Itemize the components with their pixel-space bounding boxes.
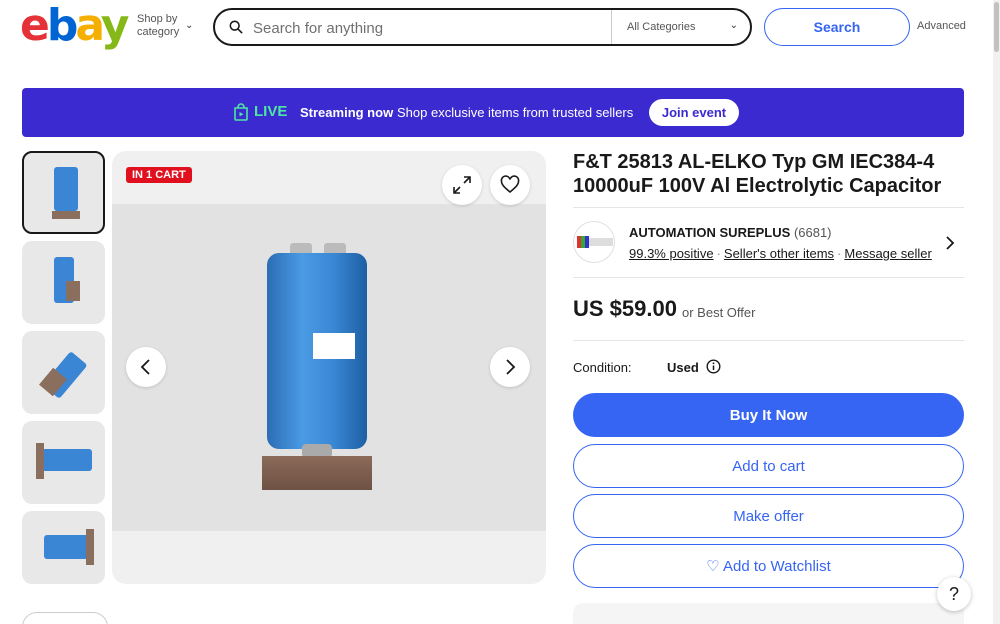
seller-logo-icon (577, 236, 613, 248)
add-to-cart-button[interactable]: Add to cart (573, 444, 964, 488)
add-to-watchlist-button[interactable]: ♡ Add to Watchlist (573, 544, 964, 588)
capacitor-body (267, 253, 367, 449)
thumbnail-3[interactable] (22, 331, 105, 414)
join-event-button[interactable]: Join event (649, 99, 739, 126)
expand-image-button[interactable] (442, 165, 482, 205)
separator-dot: · (837, 246, 842, 261)
shop-by-category-button[interactable]: Shop by category ⌄ (137, 13, 197, 39)
heart-icon (500, 175, 520, 194)
logo-letter-y: y (100, 0, 130, 51)
make-offer-button[interactable]: Make offer (573, 494, 964, 538)
next-image-button[interactable] (490, 347, 530, 387)
seller-name[interactable]: AUTOMATION SUREPLUS (6681) (629, 225, 832, 240)
search-button[interactable]: Search (764, 8, 910, 46)
seller-avatar[interactable] (573, 221, 615, 263)
thumbnail-base-image (36, 443, 44, 479)
banner-message: Shop exclusive items from trusted seller… (397, 105, 634, 120)
separator-dot: · (716, 246, 721, 261)
logo-letter-e: e (20, 0, 50, 51)
info-icon[interactable] (706, 359, 721, 374)
previous-image-button[interactable] (126, 347, 166, 387)
thumbnails-scroll-button[interactable] (22, 612, 108, 624)
search-input[interactable] (253, 17, 603, 39)
price: US $59.00 (573, 296, 677, 321)
streaming-label: Streaming now (300, 105, 394, 120)
scrollbar-thumb[interactable] (994, 2, 999, 52)
expand-icon (453, 176, 471, 194)
buy-it-now-button[interactable]: Buy It Now (573, 393, 964, 437)
best-offer-label: or Best Offer (682, 305, 756, 320)
ebay-logo[interactable]: ebay (20, 4, 129, 48)
search-icon (229, 20, 243, 34)
scrollbar-track[interactable] (993, 0, 1000, 624)
thumbnail-2[interactable] (22, 241, 105, 324)
thumbnail-1[interactable] (22, 151, 105, 234)
live-label: LIVE (254, 103, 288, 120)
thumbnail-base-image (86, 529, 94, 565)
shopping-bag-icon (234, 103, 248, 121)
thumbnail-base-image (66, 281, 80, 301)
category-select[interactable]: All Categories ⌄ (611, 10, 750, 44)
product-title: F&T 25813 AL-ELKO Typ GM IEC384-4 10000u… (573, 151, 942, 197)
shipping-info-card (573, 603, 964, 624)
divider (573, 340, 964, 341)
seller-positive-link[interactable]: 99.3% positive (629, 246, 714, 261)
live-event-banner: LIVE Streaming now Shop exclusive items … (22, 88, 964, 137)
divider (573, 277, 964, 278)
capacitor-base-plate (262, 456, 372, 490)
chevron-left-icon (140, 359, 150, 375)
category-select-value: All Categories (627, 21, 696, 33)
help-button[interactable]: ? (937, 577, 971, 611)
thumbnail-capacitor-image (54, 167, 78, 211)
seller-name-text: AUTOMATION SUREPLUS (629, 225, 791, 240)
logo-letter-a: a (75, 0, 103, 51)
seller-other-items-link[interactable]: Seller's other items (724, 246, 834, 261)
thumbnail-capacitor-image (42, 449, 92, 471)
search-bar: All Categories ⌄ (213, 8, 752, 46)
product-photo (112, 204, 546, 531)
main-product-image[interactable]: IN 1 CART (112, 151, 546, 584)
chevron-right-icon (506, 359, 516, 375)
seller-feedback-count: (6681) (793, 225, 832, 240)
message-seller-link[interactable]: Message seller (844, 246, 931, 261)
watch-heart-button[interactable] (490, 165, 530, 205)
thumbnail-base-image (52, 211, 80, 219)
condition-value: Used (667, 360, 699, 375)
thumbnail-4[interactable] (22, 421, 105, 504)
divider (573, 207, 964, 208)
logo-letter-b: b (46, 0, 78, 51)
chevron-down-icon: ⌄ (185, 20, 194, 31)
chevron-down-icon: ⌄ (729, 20, 738, 31)
seller-links: 99.3% positive · Seller's other items · Mess… (629, 246, 932, 261)
capacitor-sticker (313, 333, 355, 359)
advanced-search-link[interactable]: Advanced (917, 20, 966, 32)
condition-label: Condition: (573, 360, 632, 375)
thumbnail-5[interactable] (22, 511, 105, 584)
chevron-right-icon[interactable] (944, 234, 956, 252)
thumbnail-capacitor-image (44, 535, 88, 559)
in-cart-badge: IN 1 CART (126, 167, 192, 183)
